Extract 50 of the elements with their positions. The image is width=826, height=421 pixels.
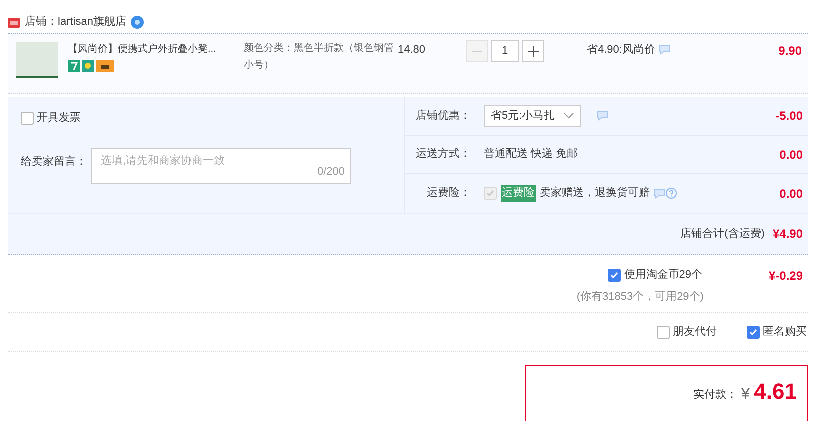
row-amount: 0.00: [780, 186, 804, 203]
sun-icon: [82, 60, 94, 72]
increase-button[interactable]: [522, 40, 544, 62]
invoice-label: 开具发票: [37, 111, 81, 126]
checkbox[interactable]: [657, 326, 670, 338]
shop-total-label: 店铺合计(含运费): [680, 226, 765, 242]
card-icon: [96, 60, 114, 72]
checkmark-icon: [486, 189, 495, 198]
product-photo[interactable]: [16, 42, 58, 78]
unit-price: 14.80: [398, 43, 427, 58]
shop-name[interactable]: 店铺：lartisan旗舰店: [25, 14, 126, 31]
checkbox[interactable]: [608, 268, 622, 282]
row-amount: 0.00: [780, 146, 804, 164]
shop-icon: [8, 18, 20, 28]
checkmark-icon: [749, 328, 758, 336]
checkbox[interactable]: [747, 326, 760, 338]
coupon-dropdown[interactable]: 省5元:小马扎: [484, 104, 582, 127]
chat-icon[interactable]: [659, 45, 672, 56]
row-label: 运费险：: [426, 186, 471, 202]
payment-label: 实付款：: [693, 388, 738, 403]
coins-amount: ¥-0.29: [768, 268, 803, 285]
row-label: 店铺优惠：: [415, 108, 471, 124]
seven-day-icon: [68, 60, 80, 72]
insurance-description: 卖家赠送，退换货可赔: [540, 186, 650, 202]
promo-label: 省4.90:风尚价: [587, 43, 656, 58]
row-amount: -5.00: [776, 108, 804, 125]
option-label: 匿名购买: [763, 324, 807, 340]
message-label: 给卖家留言：: [21, 154, 88, 170]
checkmark-icon: [610, 270, 620, 280]
row-label: 运送方式：: [415, 146, 471, 162]
option-label: 朋友代付: [673, 324, 717, 340]
minus-icon: [472, 50, 482, 52]
item-total: 9.90: [778, 43, 803, 60]
coins-note: (你有31853个，可用29个): [576, 290, 704, 304]
shipping-method: 普通配送 快递 免邮: [484, 146, 578, 162]
currency-symbol: ¥: [741, 385, 750, 405]
checkbox[interactable]: [21, 112, 34, 125]
help-icon[interactable]: [666, 188, 677, 200]
character-counter: 0/200: [317, 165, 345, 180]
payment-amount: 4.61: [754, 380, 797, 404]
quantity-field[interactable]: 1: [491, 40, 519, 62]
chat-icon[interactable]: [597, 110, 610, 121]
insurance-badge: 运费险: [501, 185, 536, 202]
chat-icon[interactable]: [654, 188, 666, 199]
plus-icon: [528, 46, 538, 56]
product-title[interactable]: 【风尚价】便携式户外折叠小凳...: [68, 42, 216, 57]
chevron-icon: [564, 112, 574, 119]
product-spec: 颜色分类：黑色半折款（银色钢管小号）: [244, 42, 394, 73]
shop-total-amount: ¥4.90: [772, 226, 803, 243]
coins-label: 使用淘金币29个: [624, 268, 703, 283]
